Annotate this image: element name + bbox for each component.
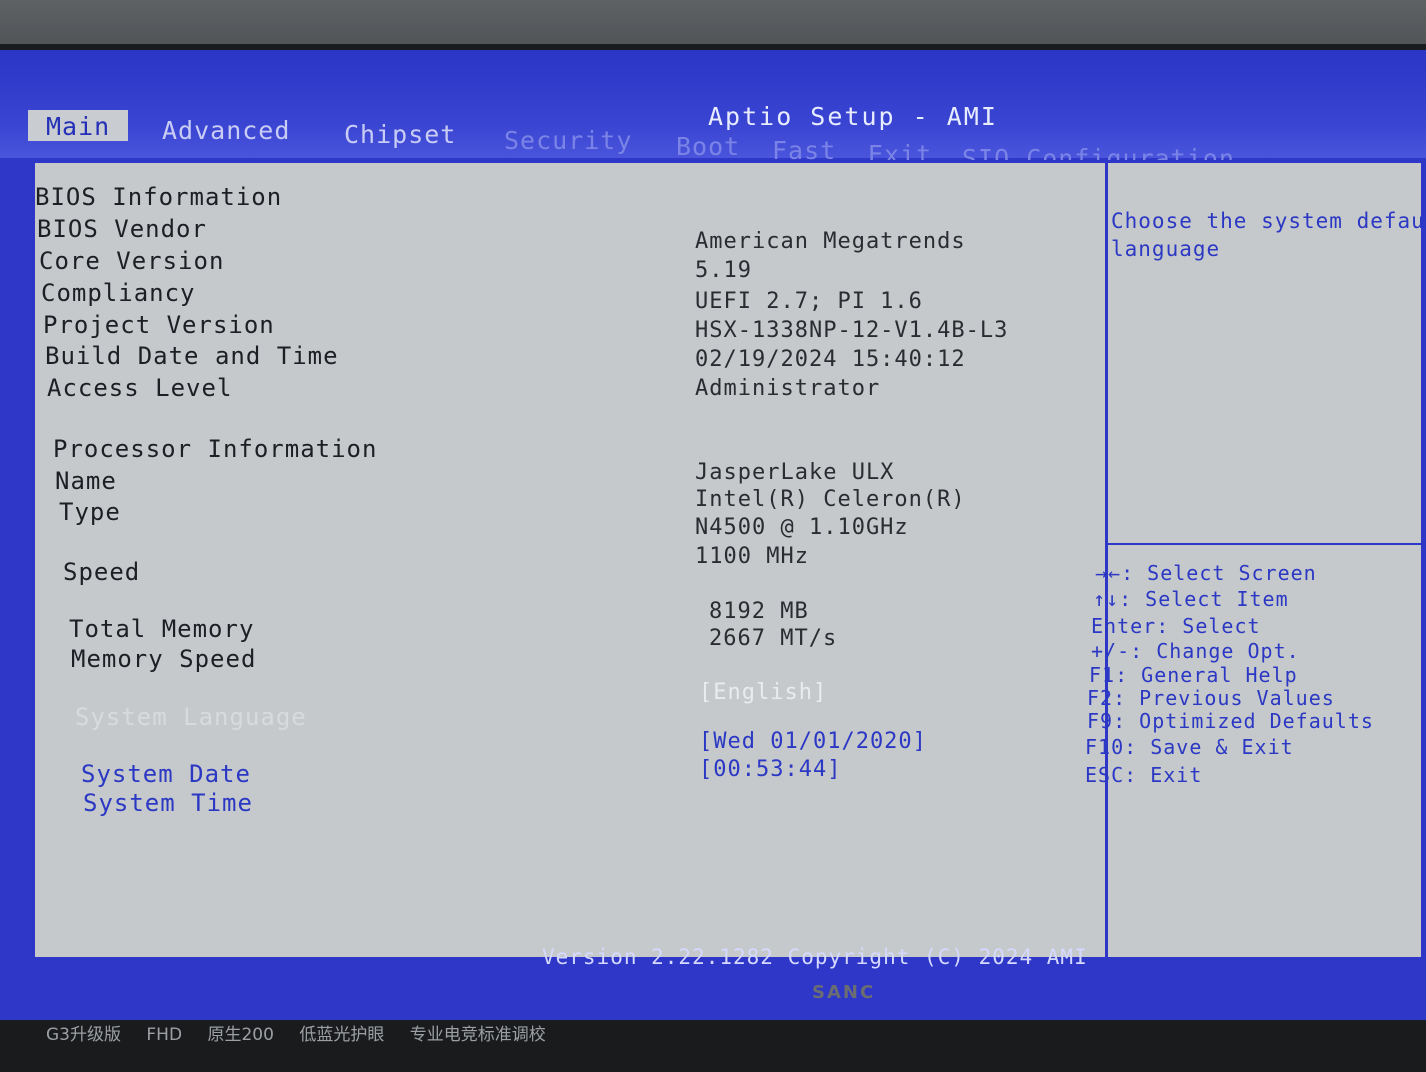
help-text-line-2: language [1111, 237, 1221, 261]
processor-name-label: Name [55, 467, 117, 495]
tab-chipset[interactable]: Chipset [344, 120, 456, 149]
key-hint-f2: F2: Previous Values [1087, 686, 1335, 710]
processor-name-value: JasperLake ULX [695, 460, 895, 485]
system-time-field[interactable]: [00:53:44] [699, 757, 841, 782]
bios-information-header: BIOS Information [35, 183, 283, 211]
memory-speed-value: 2667 MT/s [709, 626, 838, 651]
core-version-label: Core Version [39, 247, 225, 275]
main-panel: BIOS Information BIOS Vendor American Me… [32, 160, 1426, 960]
system-time-label: System Time [83, 789, 253, 817]
key-hint-esc: ESC: Exit [1085, 763, 1203, 787]
core-version-value: 5.19 [695, 258, 752, 283]
key-hint-f10: F10: Save & Exit [1085, 735, 1294, 759]
processor-type-label: Type [59, 498, 121, 526]
build-date-time-value: 02/19/2024 15:40:12 [695, 347, 966, 372]
system-date-field[interactable]: [Wed 01/01/2020] [699, 729, 927, 754]
project-version-label: Project Version [43, 311, 275, 339]
processor-type-value-1: Intel(R) Celeron(R) [695, 487, 966, 512]
system-language-select[interactable]: [English] [699, 680, 827, 705]
tab-security[interactable]: Security [504, 126, 632, 155]
panel-divider [1105, 163, 1108, 957]
processor-speed-label: Speed [63, 558, 141, 586]
project-version-value: HSX-1338NP-12-V1.4B-L3 [695, 318, 1009, 343]
system-date-label: System Date [81, 760, 251, 788]
key-hint-change-opt: +/-: Change Opt. [1091, 639, 1300, 663]
tab-boot[interactable]: Boot [676, 132, 740, 161]
tab-main[interactable]: Main [28, 110, 129, 141]
key-hint-f9: F9: Optimized Defaults [1087, 709, 1374, 733]
help-divider [1105, 543, 1426, 545]
bios-vendor-value: American Megatrends [695, 229, 966, 254]
bios-screen: Aptio Setup - AMI Main Advanced Chipset … [0, 50, 1426, 1020]
compliancy-value: UEFI 2.7; PI 1.6 [695, 289, 923, 314]
build-date-time-label: Build Date and Time [45, 342, 339, 370]
sticker-text-fhd: FHD [146, 1025, 183, 1045]
monitor-sticker: G3升级版 FHD 原生200 低蓝光护眼 专业电竞标准调校 [46, 1020, 566, 1045]
total-memory-label: Total Memory [69, 615, 255, 643]
footer-version: Version 2.22.1282 Copyright (C) 2024 AMI [542, 945, 1088, 969]
processor-information-header: Processor Information [53, 435, 378, 463]
title-bar: Aptio Setup - AMI Main Advanced Chipset … [0, 50, 1426, 173]
key-hint-f1: F1: General Help [1089, 663, 1298, 687]
key-hint-select-screen: →←: Select Screen [1095, 561, 1317, 585]
sticker-text-g3: G3升级版 [46, 1025, 121, 1045]
tab-advanced[interactable]: Advanced [162, 116, 290, 145]
sticker-text-esports: 专业电竞标准调校 [409, 1025, 546, 1045]
sticker-text-eye: 低蓝光护眼 [299, 1025, 385, 1045]
total-memory-value: 8192 MB [709, 599, 809, 624]
key-hint-enter: Enter: Select [1091, 614, 1261, 638]
sticker-text-200: 原生200 [207, 1025, 274, 1045]
help-text-line-1: Choose the system defau [1111, 209, 1425, 233]
bios-vendor-label: BIOS Vendor [37, 215, 207, 243]
key-hint-select-item: ↑↓: Select Item [1093, 587, 1289, 611]
window-title: Aptio Setup - AMI [708, 102, 998, 131]
access-level-value: Administrator [695, 376, 881, 401]
processor-speed-value: 1100 MHz [695, 544, 809, 569]
system-language-label: System Language [75, 703, 307, 731]
access-level-label: Access Level [47, 374, 233, 402]
memory-speed-label: Memory Speed [71, 645, 257, 673]
compliancy-label: Compliancy [41, 279, 196, 307]
processor-type-value-2: N4500 @ 1.10GHz [695, 515, 909, 540]
monitor-brand-logo: SANC [812, 982, 876, 1003]
